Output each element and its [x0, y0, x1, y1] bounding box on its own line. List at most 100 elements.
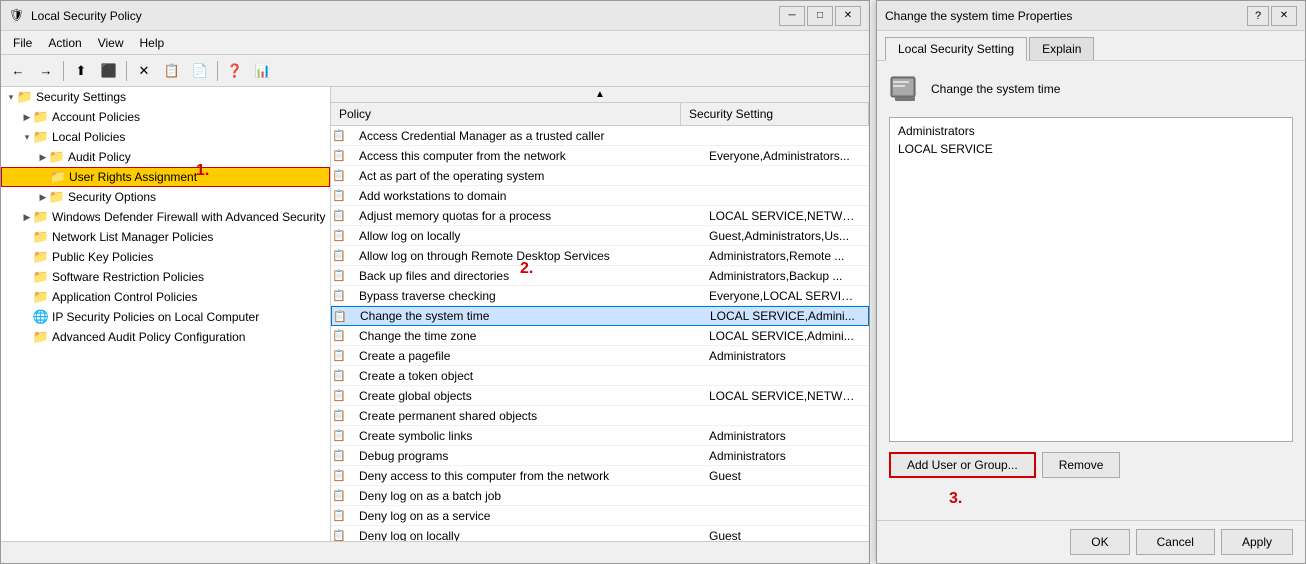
- arrow-application-control: [21, 291, 33, 303]
- list-header: Policy Security Setting: [331, 103, 869, 126]
- menu-file[interactable]: File: [5, 34, 40, 52]
- dialog-title: Change the system time Properties: [885, 9, 1247, 23]
- policy-cell: Create symbolic links: [351, 429, 701, 443]
- label-public-key: Public Key Policies: [52, 250, 153, 264]
- list-row[interactable]: 📋 Allow log on locally Guest,Administrat…: [331, 226, 869, 246]
- list-row[interactable]: 📋 Add workstations to domain: [331, 186, 869, 206]
- list-row-change-system-time[interactable]: 📋 Change the system time LOCAL SERVICE,A…: [331, 306, 869, 326]
- folder-icon-local-policies: 📁: [33, 129, 49, 145]
- label-account-policies: Account Policies: [52, 110, 140, 124]
- list-row[interactable]: 📋 Create symbolic links Administrators: [331, 426, 869, 446]
- toolbar-back[interactable]: ←: [5, 59, 31, 83]
- setting-cell: Everyone,Administrators...: [701, 149, 869, 163]
- list-row[interactable]: 📋 Debug programs Administrators: [331, 446, 869, 466]
- dialog-listbox[interactable]: Administrators LOCAL SERVICE: [889, 117, 1293, 442]
- toolbar-export[interactable]: 📊: [250, 59, 276, 83]
- toolbar-forward[interactable]: →: [33, 59, 59, 83]
- folder-icon-network-list: 📁: [33, 229, 49, 245]
- list-row[interactable]: 📋 Deny log on locally Guest: [331, 526, 869, 541]
- toolbar-help[interactable]: ❓: [222, 59, 248, 83]
- list-row[interactable]: 📋 Deny log on as a service: [331, 506, 869, 526]
- menu-action[interactable]: Action: [40, 34, 89, 52]
- dialog-close-button[interactable]: ✕: [1271, 6, 1297, 26]
- setting-cell: Guest,Administrators,Us...: [701, 229, 869, 243]
- list-row[interactable]: 📋 Access this computer from the network …: [331, 146, 869, 166]
- step2-label: 2.: [520, 260, 533, 278]
- tree-item-application-control[interactable]: 📁 Application Control Policies: [1, 287, 330, 307]
- tree-item-security-options[interactable]: ▶ 📁 Security Options: [1, 187, 330, 207]
- tab-explain[interactable]: Explain: [1029, 37, 1094, 60]
- tree-item-local-policies[interactable]: ▾ 📁 Local Policies: [1, 127, 330, 147]
- cancel-button[interactable]: Cancel: [1136, 529, 1215, 555]
- list-row[interactable]: 📋 Act as part of the operating system: [331, 166, 869, 186]
- dialog-header-row: Change the system time: [889, 73, 1293, 105]
- toolbar-copy[interactable]: 📋: [159, 59, 185, 83]
- policy-cell: Access this computer from the network: [351, 149, 701, 163]
- col-header-policy[interactable]: Policy: [331, 103, 681, 125]
- menu-view[interactable]: View: [90, 34, 132, 52]
- tree-item-security-settings[interactable]: ▾ 📁 Security Settings: [1, 87, 330, 107]
- list-row[interactable]: 📋 Back up files and directories Administ…: [331, 266, 869, 286]
- tree-item-user-rights[interactable]: 📁 User Rights Assignment: [1, 167, 330, 187]
- row-icon: 📋: [332, 308, 348, 324]
- dialog-policy-icon: [889, 73, 921, 105]
- row-icon: 📋: [331, 488, 347, 504]
- list-row[interactable]: 📋 Deny log on as a batch job: [331, 486, 869, 506]
- main-title: Local Security Policy: [31, 9, 779, 23]
- folder-icon-software-restriction: 📁: [33, 269, 49, 285]
- folder-icon-ip-security: 🌐: [33, 309, 49, 325]
- tree-item-public-key[interactable]: 📁 Public Key Policies: [1, 247, 330, 267]
- tree-item-ip-security[interactable]: 🌐 IP Security Policies on Local Computer: [1, 307, 330, 327]
- setting-cell: Administrators: [701, 349, 869, 363]
- tab-local-security-setting[interactable]: Local Security Setting: [885, 37, 1027, 61]
- remove-button[interactable]: Remove: [1042, 452, 1121, 478]
- main-window: 🛡 Local Security Policy ─ □ ✕ File Actio…: [0, 0, 870, 564]
- list-row[interactable]: 📋 Access Credential Manager as a trusted…: [331, 126, 869, 146]
- row-icon: 📋: [331, 148, 347, 164]
- row-icon: 📋: [331, 448, 347, 464]
- tree-item-account-policies[interactable]: ▶ 📁 Account Policies: [1, 107, 330, 127]
- close-button[interactable]: ✕: [835, 6, 861, 26]
- list-row[interactable]: 📋 Create a token object: [331, 366, 869, 386]
- tree-item-software-restriction[interactable]: 📁 Software Restriction Policies: [1, 267, 330, 287]
- list-row[interactable]: 📋 Adjust memory quotas for a process LOC…: [331, 206, 869, 226]
- list-row[interactable]: 📋 Create permanent shared objects: [331, 406, 869, 426]
- list-row[interactable]: 📋 Create a pagefile Administrators: [331, 346, 869, 366]
- list-row[interactable]: 📋 Deny access to this computer from the …: [331, 466, 869, 486]
- toolbar-show-hide[interactable]: ⬛: [96, 59, 122, 83]
- row-icon: 📋: [331, 208, 347, 224]
- tree-item-network-list[interactable]: 📁 Network List Manager Policies: [1, 227, 330, 247]
- policy-cell: Adjust memory quotas for a process: [351, 209, 701, 223]
- col-header-setting[interactable]: Security Setting: [681, 103, 869, 125]
- toolbar-paste[interactable]: 📄: [187, 59, 213, 83]
- toolbar-up[interactable]: ⬆: [68, 59, 94, 83]
- step3-label: 3.: [949, 490, 1293, 508]
- folder-icon-public-key: 📁: [33, 249, 49, 265]
- list-row[interactable]: 📋 Bypass traverse checking Everyone,LOCA…: [331, 286, 869, 306]
- setting-cell: Administrators: [701, 449, 869, 463]
- list-row[interactable]: 📋 Allow log on through Remote Desktop Se…: [331, 246, 869, 266]
- tree-item-advanced-audit[interactable]: 📁 Advanced Audit Policy Configuration: [1, 327, 330, 347]
- row-icon: 📋: [331, 408, 347, 424]
- menu-help[interactable]: Help: [132, 34, 173, 52]
- list-row[interactable]: 📋 Create global objects LOCAL SERVICE,NE…: [331, 386, 869, 406]
- row-icon: 📋: [331, 168, 347, 184]
- tree-item-audit-policy[interactable]: ▶ 📁 Audit Policy: [1, 147, 330, 167]
- add-user-group-button[interactable]: Add User or Group...: [889, 452, 1036, 478]
- toolbar-sep3: [217, 61, 218, 81]
- list-row[interactable]: 📋 Change the time zone LOCAL SERVICE,Adm…: [331, 326, 869, 346]
- tree-item-windows-firewall[interactable]: ▶ 📁 Windows Defender Firewall with Advan…: [1, 207, 330, 227]
- row-icon: 📋: [331, 388, 347, 404]
- row-icon: 📋: [331, 228, 347, 244]
- dialog-policy-name: Change the system time: [931, 82, 1060, 96]
- row-icon: 📋: [331, 528, 347, 542]
- arrow-security-settings: ▾: [5, 91, 17, 103]
- folder-icon-application-control: 📁: [33, 289, 49, 305]
- toolbar-cut[interactable]: ✕: [131, 59, 157, 83]
- minimize-button[interactable]: ─: [779, 6, 805, 26]
- apply-button[interactable]: Apply: [1221, 529, 1293, 555]
- maximize-button[interactable]: □: [807, 6, 833, 26]
- dialog-help-button[interactable]: ?: [1247, 6, 1269, 26]
- setting-cell: LOCAL SERVICE,Admini...: [701, 329, 869, 343]
- ok-button[interactable]: OK: [1070, 529, 1129, 555]
